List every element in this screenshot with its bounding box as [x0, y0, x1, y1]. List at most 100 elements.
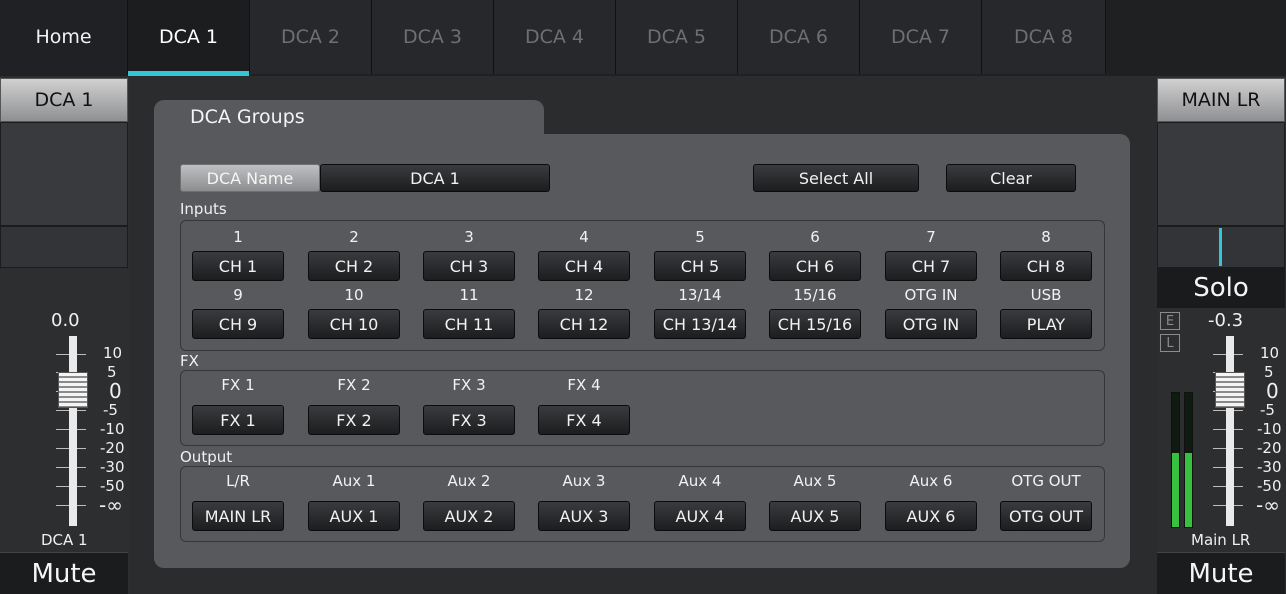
- fx-label-1: FX 1: [221, 376, 255, 394]
- input-row1-button-3[interactable]: CH 3: [423, 251, 515, 281]
- output-button-5[interactable]: AUX 4: [654, 501, 746, 531]
- input-row2-button-3[interactable]: CH 11: [423, 309, 515, 339]
- right-scale-minus5: -5: [1260, 401, 1275, 419]
- meter-right-fill: [1185, 453, 1192, 527]
- input-row2-label-7: OTG IN: [904, 286, 958, 304]
- input-row2-label-2: 10: [344, 286, 364, 304]
- left-fader-knob[interactable]: [58, 372, 88, 408]
- fx-button-1[interactable]: FX 1: [192, 405, 284, 435]
- fx-button-3[interactable]: FX 3: [423, 405, 515, 435]
- input-row2-label-8: USB: [1030, 286, 1062, 304]
- input-row2-button-5[interactable]: CH 13/14: [654, 309, 746, 339]
- input-row2-label-3: 11: [459, 286, 479, 304]
- right-strip-indicator: [1157, 226, 1285, 268]
- left-scale-minus50: -50: [100, 477, 125, 495]
- input-row1-label-1: 1: [233, 228, 243, 246]
- left-scale-minus10: -10: [100, 420, 125, 438]
- input-row1-button-2[interactable]: CH 2: [308, 251, 400, 281]
- tab-dca-2[interactable]: DCA 2: [250, 0, 372, 74]
- output-button-1[interactable]: MAIN LR: [192, 501, 284, 531]
- input-row1-button-1[interactable]: CH 1: [192, 251, 284, 281]
- clear-button[interactable]: Clear: [946, 164, 1076, 192]
- input-row1-button-6[interactable]: CH 6: [769, 251, 861, 281]
- tab-dca-7[interactable]: DCA 7: [860, 0, 982, 74]
- left-fader-track[interactable]: [69, 336, 77, 526]
- left-scale-5: 5: [107, 363, 117, 381]
- right-scale-minus-inf: -∞: [1256, 493, 1280, 517]
- output-label-6: Aux 5: [793, 472, 837, 490]
- left-scale-minus20: -20: [100, 439, 125, 457]
- tab-home[interactable]: Home: [0, 0, 128, 74]
- left-strip-indicator: [0, 226, 128, 268]
- left-scale-0: 0: [109, 379, 122, 403]
- tab-dca-1[interactable]: DCA 1: [128, 0, 250, 76]
- select-all-button[interactable]: Select All: [753, 164, 919, 192]
- fx-label-3: FX 3: [452, 376, 486, 394]
- fx-button-2[interactable]: FX 2: [308, 405, 400, 435]
- output-label-4: Aux 3: [562, 472, 606, 490]
- left-strip-name: DCA 1: [41, 531, 88, 549]
- dca-name-label-button[interactable]: DCA Name: [180, 164, 320, 192]
- right-fader-track[interactable]: [1226, 336, 1234, 526]
- tab-dca-8[interactable]: DCA 8: [982, 0, 1106, 74]
- input-row2-button-6[interactable]: CH 15/16: [769, 309, 861, 339]
- fx-button-4[interactable]: FX 4: [538, 405, 630, 435]
- tab-dca-3[interactable]: DCA 3: [372, 0, 494, 74]
- input-row1-label-6: 6: [810, 228, 820, 246]
- output-label: Output: [180, 448, 233, 466]
- input-row2-button-2[interactable]: CH 10: [308, 309, 400, 339]
- input-row1-label-2: 2: [349, 228, 359, 246]
- meter-right: [1184, 392, 1193, 528]
- output-button-4[interactable]: AUX 3: [538, 501, 630, 531]
- input-row1-label-4: 4: [579, 228, 589, 246]
- right-scale-minus30: -30: [1257, 458, 1282, 476]
- right-scale-0: 0: [1266, 379, 1279, 403]
- solo-button[interactable]: Solo: [1157, 268, 1285, 308]
- right-fader-value: -0.3: [1208, 310, 1244, 331]
- dca-name-input[interactable]: DCA 1: [320, 164, 550, 192]
- right-strip-title-button[interactable]: MAIN LR: [1157, 78, 1285, 122]
- tab-dca-6[interactable]: DCA 6: [738, 0, 860, 74]
- right-strip-name: Main LR: [1191, 531, 1251, 549]
- input-row2-button-1[interactable]: CH 9: [192, 309, 284, 339]
- meter-left: [1171, 392, 1180, 528]
- output-label-7: Aux 6: [909, 472, 953, 490]
- meter-left-fill: [1172, 453, 1179, 527]
- fx-label: FX: [180, 352, 199, 370]
- left-scale-minus-inf: -∞: [99, 493, 123, 517]
- input-row2-button-4[interactable]: CH 12: [538, 309, 630, 339]
- input-row1-button-5[interactable]: CH 5: [654, 251, 746, 281]
- left-scale-minus5: -5: [103, 401, 118, 419]
- e-indicator: E: [1160, 312, 1180, 330]
- input-row1-button-4[interactable]: CH 4: [538, 251, 630, 281]
- output-button-3[interactable]: AUX 2: [423, 501, 515, 531]
- left-strip-title-button[interactable]: DCA 1: [0, 78, 128, 122]
- input-row2-button-8[interactable]: PLAY: [1000, 309, 1092, 339]
- input-row2-button-7[interactable]: OTG IN: [885, 309, 977, 339]
- right-scale-minus20: -20: [1257, 439, 1282, 457]
- left-fader-value: 0.0: [51, 310, 80, 331]
- right-scale-5: 5: [1264, 363, 1274, 381]
- left-mute-button[interactable]: Mute: [0, 552, 128, 594]
- input-row1-button-8[interactable]: CH 8: [1000, 251, 1092, 281]
- right-fader-knob[interactable]: [1215, 372, 1245, 408]
- right-strip-display: [1157, 122, 1285, 226]
- output-button-2[interactable]: AUX 1: [308, 501, 400, 531]
- right-channel-strip: MAIN LR Solo -0.3 E L 10 5 0 -5 -10 -20 …: [1157, 76, 1286, 594]
- output-button-7[interactable]: AUX 6: [885, 501, 977, 531]
- input-row1-label-8: 8: [1041, 228, 1051, 246]
- output-button-8[interactable]: OTG OUT: [1000, 501, 1092, 531]
- input-row2-label-4: 12: [574, 286, 594, 304]
- output-button-6[interactable]: AUX 5: [769, 501, 861, 531]
- left-scale-minus30: -30: [100, 458, 125, 476]
- right-scale-minus10: -10: [1257, 420, 1282, 438]
- tab-dca-4[interactable]: DCA 4: [494, 0, 616, 74]
- output-label-2: Aux 1: [332, 472, 376, 490]
- tab-dca-5[interactable]: DCA 5: [616, 0, 738, 74]
- left-strip-display: [0, 122, 128, 226]
- input-row1-button-7[interactable]: CH 7: [885, 251, 977, 281]
- input-row1-label-3: 3: [464, 228, 474, 246]
- right-mute-button[interactable]: Mute: [1157, 552, 1285, 594]
- fx-label-2: FX 2: [337, 376, 371, 394]
- input-row2-label-5: 13/14: [678, 286, 722, 304]
